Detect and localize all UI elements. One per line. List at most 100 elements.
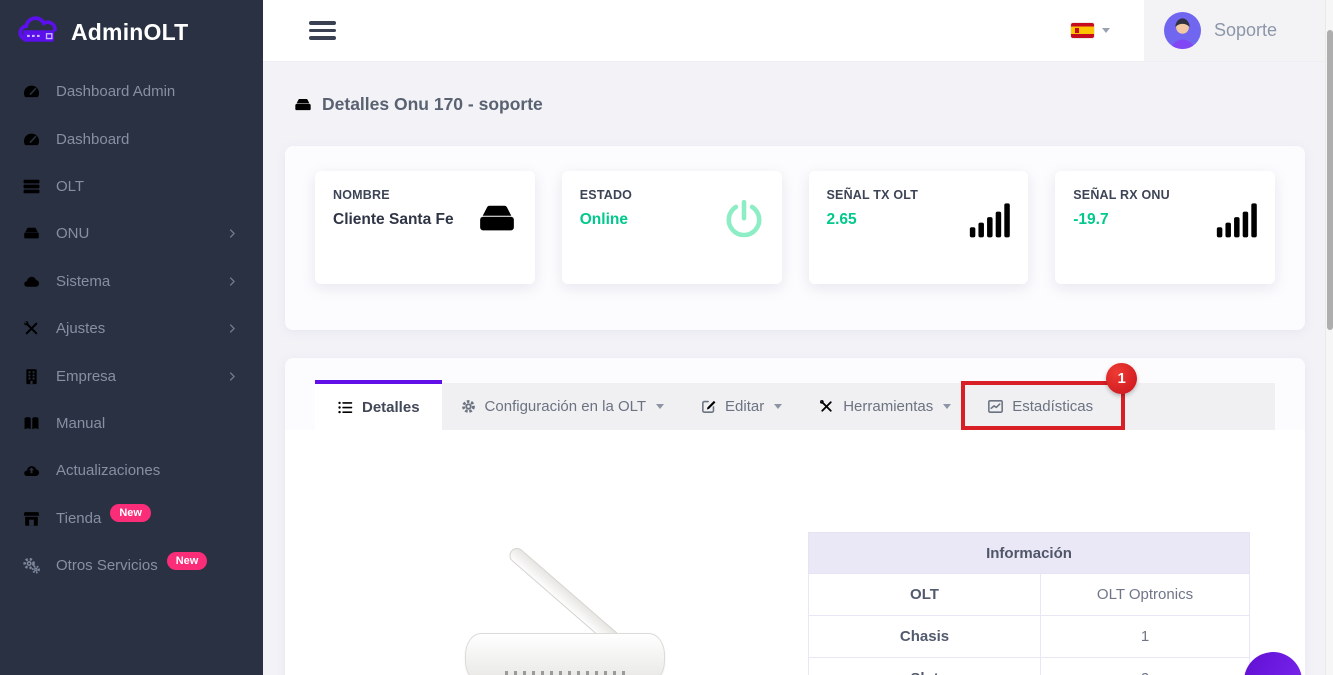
modem-icon <box>475 197 519 241</box>
tab-bar: Detalles Configuración en la OLT Editar … <box>315 383 1275 430</box>
menu-toggle-button[interactable] <box>309 17 336 45</box>
sidebar-item-label: Ajustes <box>56 320 105 337</box>
tab-label: Herramientas <box>843 398 933 415</box>
sidebar-item-label: OLT <box>56 178 84 195</box>
chart-line-icon <box>987 398 1004 415</box>
edit-icon <box>700 398 717 415</box>
sidebar-item-sistema[interactable]: Sistema <box>0 258 263 305</box>
tab-estadisticas[interactable]: Estadísticas 1 <box>969 383 1111 430</box>
annotation-step-badge: 1 <box>1106 363 1137 394</box>
brand-name: AdminOLT <box>71 19 188 46</box>
tab-label: Editar <box>725 398 764 415</box>
chevron-right-icon <box>226 227 239 240</box>
sidebar-item-label: Sistema <box>56 273 110 290</box>
caret-down-icon <box>774 404 782 409</box>
sidebar-item-tienda[interactable]: Tienda New <box>0 495 263 542</box>
info-table: Información OLT OLT Optronics Chasis 1 S… <box>808 532 1250 675</box>
sidebar-item-label: Otros Servicios <box>56 557 158 574</box>
table-row: OLT OLT Optronics <box>809 574 1250 616</box>
tab-label: Estadísticas <box>1012 398 1093 415</box>
tab-content-detalles: Información OLT OLT Optronics Chasis 1 S… <box>285 430 1305 675</box>
sidebar-item-dashboard[interactable]: Dashboard <box>0 115 263 162</box>
sidebar-item-label: Dashboard Admin <box>56 83 175 100</box>
chevron-right-icon <box>226 322 239 335</box>
sidebar-item-label: Empresa <box>56 368 116 385</box>
app-logo[interactable]: AdminOLT <box>0 0 263 64</box>
stat-card-nombre: NOMBRE Cliente Santa Fe <box>315 171 535 284</box>
sidebar-item-label: Dashboard <box>56 131 129 148</box>
stat-card-senal-rx-onu: SEÑAL RX ONU -19.7 <box>1055 171 1275 284</box>
page-scrollbar[interactable] <box>1325 0 1333 675</box>
spain-flag-icon <box>1071 23 1094 38</box>
caret-down-icon <box>1102 28 1110 33</box>
sidebar-item-label: Tienda <box>56 510 101 527</box>
sidebar-item-otros-servicios[interactable]: Otros Servicios New <box>0 542 263 589</box>
cloud-icon <box>22 272 41 291</box>
gear-icon <box>460 398 477 415</box>
detail-panel: Detalles Configuración en la OLT Editar … <box>285 358 1305 675</box>
tab-detalles[interactable]: Detalles <box>315 380 442 430</box>
signal-bars-icon <box>1215 197 1259 241</box>
tab-label: Detalles <box>362 399 420 416</box>
book-icon <box>22 414 41 433</box>
tab-configuracion-olt[interactable]: Configuración en la OLT <box>442 383 682 430</box>
olt-servers-icon <box>22 177 41 196</box>
caret-down-icon <box>943 404 951 409</box>
caret-down-icon <box>656 404 664 409</box>
brand-cloud-icon <box>16 14 62 50</box>
chevron-right-icon <box>226 275 239 288</box>
tools-icon <box>818 398 835 415</box>
sidebar-item-ajustes[interactable]: Ajustes <box>0 305 263 352</box>
stat-card-senal-tx-olt: SEÑAL TX OLT 2.65 <box>809 171 1029 284</box>
tab-editar[interactable]: Editar <box>682 383 800 430</box>
new-badge: New <box>167 552 208 570</box>
sidebar-item-manual[interactable]: Manual <box>0 400 263 447</box>
power-icon <box>722 197 766 241</box>
cloud-upload-icon <box>22 461 41 480</box>
summary-panel: NOMBRE Cliente Santa Fe ESTADO Online SE… <box>285 146 1305 330</box>
sidebar-item-olt[interactable]: OLT <box>0 163 263 210</box>
username: Soporte <box>1214 20 1277 41</box>
sidebar-item-actualizaciones[interactable]: Actualizaciones <box>0 447 263 494</box>
building-icon <box>22 367 41 386</box>
scrollbar-thumb[interactable] <box>1327 30 1333 330</box>
info-key: Slot <box>809 658 1041 675</box>
info-key: Chasis <box>809 616 1041 658</box>
topbar-right: Soporte <box>1071 0 1325 61</box>
cards-row: NOMBRE Cliente Santa Fe ESTADO Online SE… <box>285 146 1305 309</box>
sidebar-item-onu[interactable]: ONU <box>0 210 263 257</box>
tab-herramientas[interactable]: Herramientas <box>800 383 969 430</box>
sidebar-nav: Dashboard Admin Dashboard OLT ONU Sistem… <box>0 64 263 589</box>
sidebar-item-label: Manual <box>56 415 105 432</box>
avatar <box>1164 12 1201 49</box>
signal-bars-icon <box>968 197 1012 241</box>
table-row: Chasis 1 <box>809 616 1250 658</box>
topbar: Soporte <box>263 0 1325 62</box>
sidebar-item-label: ONU <box>56 225 89 242</box>
list-icon <box>337 399 354 416</box>
user-menu[interactable]: Soporte <box>1144 0 1325 61</box>
gauge-icon <box>22 82 41 101</box>
onu-device-image <box>465 525 665 675</box>
gears-icon <box>22 556 41 575</box>
info-value: 1 <box>1041 616 1250 658</box>
store-icon <box>22 509 41 528</box>
onu-device-icon <box>22 224 41 243</box>
tab-label: Configuración en la OLT <box>485 398 646 415</box>
sidebar-item-dashboard-admin[interactable]: Dashboard Admin <box>0 68 263 115</box>
sidebar-item-label: Actualizaciones <box>56 462 160 479</box>
info-key: OLT <box>809 574 1041 616</box>
language-dropdown[interactable] <box>1071 23 1110 38</box>
new-badge: New <box>110 504 151 522</box>
chevron-right-icon <box>226 370 239 383</box>
app-root: AdminOLT Dashboard Admin Dashboard OLT O… <box>0 0 1333 675</box>
sidebar-item-empresa[interactable]: Empresa <box>0 352 263 399</box>
page-title-text: Detalles Onu 170 - soporte <box>322 94 543 115</box>
sidebar: AdminOLT Dashboard Admin Dashboard OLT O… <box>0 0 263 675</box>
info-value: 2 <box>1041 658 1250 675</box>
info-table-title: Información <box>809 533 1250 574</box>
onu-device-icon <box>293 95 313 115</box>
tools-icon <box>22 319 41 338</box>
main-content: Detalles Onu 170 - soporte NOMBRE Client… <box>263 62 1325 675</box>
info-value: OLT Optronics <box>1041 574 1250 616</box>
